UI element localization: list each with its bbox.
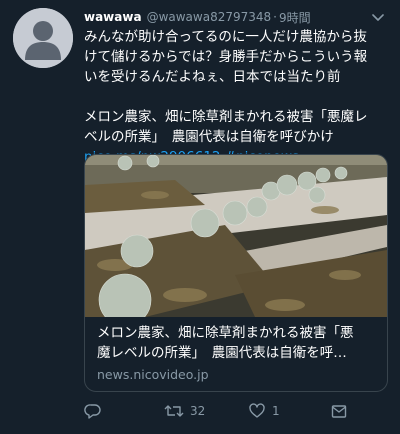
- share-button[interactable]: [330, 402, 348, 420]
- timestamp[interactable]: 9時間: [279, 9, 311, 26]
- retweet-button[interactable]: 32: [164, 402, 205, 420]
- tweet-text-line: いを受けるんだよねぇ、日本では当たり前: [84, 69, 341, 85]
- like-button[interactable]: 1: [248, 402, 280, 420]
- heart-icon: [249, 403, 265, 418]
- chevron-down-icon[interactable]: [370, 9, 386, 25]
- retweet-icon: [164, 405, 184, 417]
- display-name[interactable]: wawawa: [84, 10, 142, 24]
- tweet-actions: 32 1: [84, 402, 364, 422]
- user-handle[interactable]: @wawawa82797348: [147, 10, 272, 24]
- like-count: 1: [272, 404, 280, 418]
- tweet-text-line: けて儲けるからでは？身勝手だからこういう報: [84, 49, 368, 65]
- card-title: メロン農家、畑に除草剤まかれる被害「悪 魔レベルの所業」 農園代表は自衛を呼…: [97, 323, 377, 363]
- default-avatar-icon: [13, 8, 73, 68]
- share-icon: [331, 405, 347, 418]
- separator-dot: ·: [273, 10, 277, 24]
- tweet-text: みんなが助け合ってるのに一人だけ農協から抜 けて儲けるからでは？身勝手だからこう…: [84, 27, 390, 167]
- tweet-header: wawawa @wawawa82797348 · 9時間: [84, 8, 386, 26]
- quoted-headline-line: メロン農家、畑に除草剤まかれる被害「悪魔レ: [84, 109, 368, 125]
- reply-icon: [84, 404, 101, 419]
- card-domain: news.nicovideo.jp: [97, 367, 209, 382]
- card-image: [85, 155, 387, 317]
- card-title-line: 魔レベルの所業」 農園代表は自衛を呼…: [97, 345, 347, 361]
- retweet-count: 32: [190, 404, 206, 418]
- quoted-headline-line: ベルの所業」 農園代表は自衛を呼びかけ: [84, 129, 334, 145]
- reply-button[interactable]: [84, 402, 108, 420]
- link-preview-card[interactable]: メロン農家、畑に除草剤まかれる被害「悪 魔レベルの所業」 農園代表は自衛を呼… …: [84, 154, 388, 392]
- tweet-text-line: みんなが助け合ってるのに一人だけ農協から抜: [84, 29, 367, 45]
- avatar[interactable]: [13, 8, 73, 68]
- card-title-line: メロン農家、畑に除草剤まかれる被害「悪: [97, 325, 354, 341]
